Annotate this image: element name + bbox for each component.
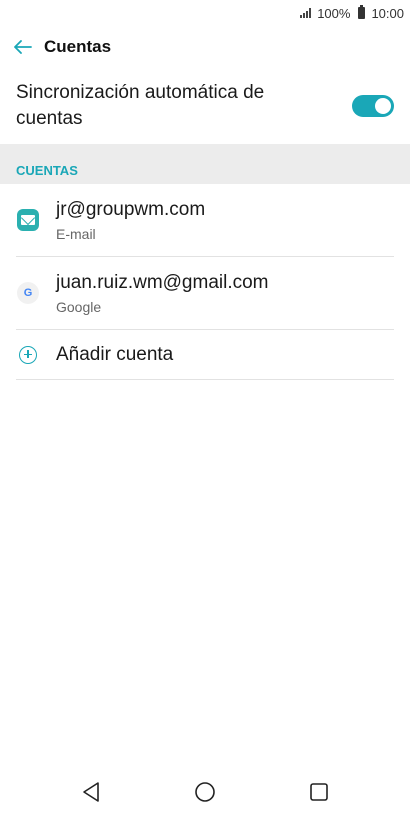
signal-icon: [300, 8, 312, 18]
account-name: jr@groupwm.com: [56, 199, 206, 220]
auto-sync-row[interactable]: Sincronización automática de cuentas: [0, 68, 410, 144]
recents-nav-icon[interactable]: [307, 780, 331, 804]
auto-sync-toggle[interactable]: [352, 95, 394, 117]
battery-percent: 100%: [317, 5, 351, 21]
back-arrow-icon[interactable]: [12, 36, 34, 58]
add-account-label: Añadir cuenta: [56, 343, 174, 365]
account-item-google[interactable]: G juan.ruiz.wm@gmail.com Google: [16, 257, 394, 330]
page-title: Cuentas: [44, 37, 112, 56]
status-bar: 100% 10:00: [0, 0, 410, 26]
clock: 10:00: [371, 5, 404, 21]
google-icon: G: [16, 281, 40, 305]
back-nav-icon[interactable]: [79, 780, 103, 804]
home-nav-icon[interactable]: [193, 780, 217, 804]
accounts-list: jr@groupwm.com E-mail G juan.ruiz.wm@gma…: [0, 184, 410, 380]
account-item-email[interactable]: jr@groupwm.com E-mail: [16, 184, 394, 257]
account-name: juan.ruiz.wm@gmail.com: [56, 272, 269, 293]
account-type: Google: [56, 299, 102, 315]
account-type: E-mail: [56, 226, 96, 242]
app-bar: Cuentas: [0, 26, 410, 68]
add-account-item[interactable]: Añadir cuenta: [16, 330, 394, 380]
auto-sync-label: Sincronización automática de cuentas: [16, 82, 265, 129]
toggle-knob: [375, 98, 391, 114]
email-icon: [16, 208, 40, 232]
section-header-cuentas: CUENTAS: [0, 144, 410, 184]
add-icon: [16, 343, 40, 367]
battery-icon: [358, 5, 366, 19]
navigation-bar: [0, 764, 410, 820]
